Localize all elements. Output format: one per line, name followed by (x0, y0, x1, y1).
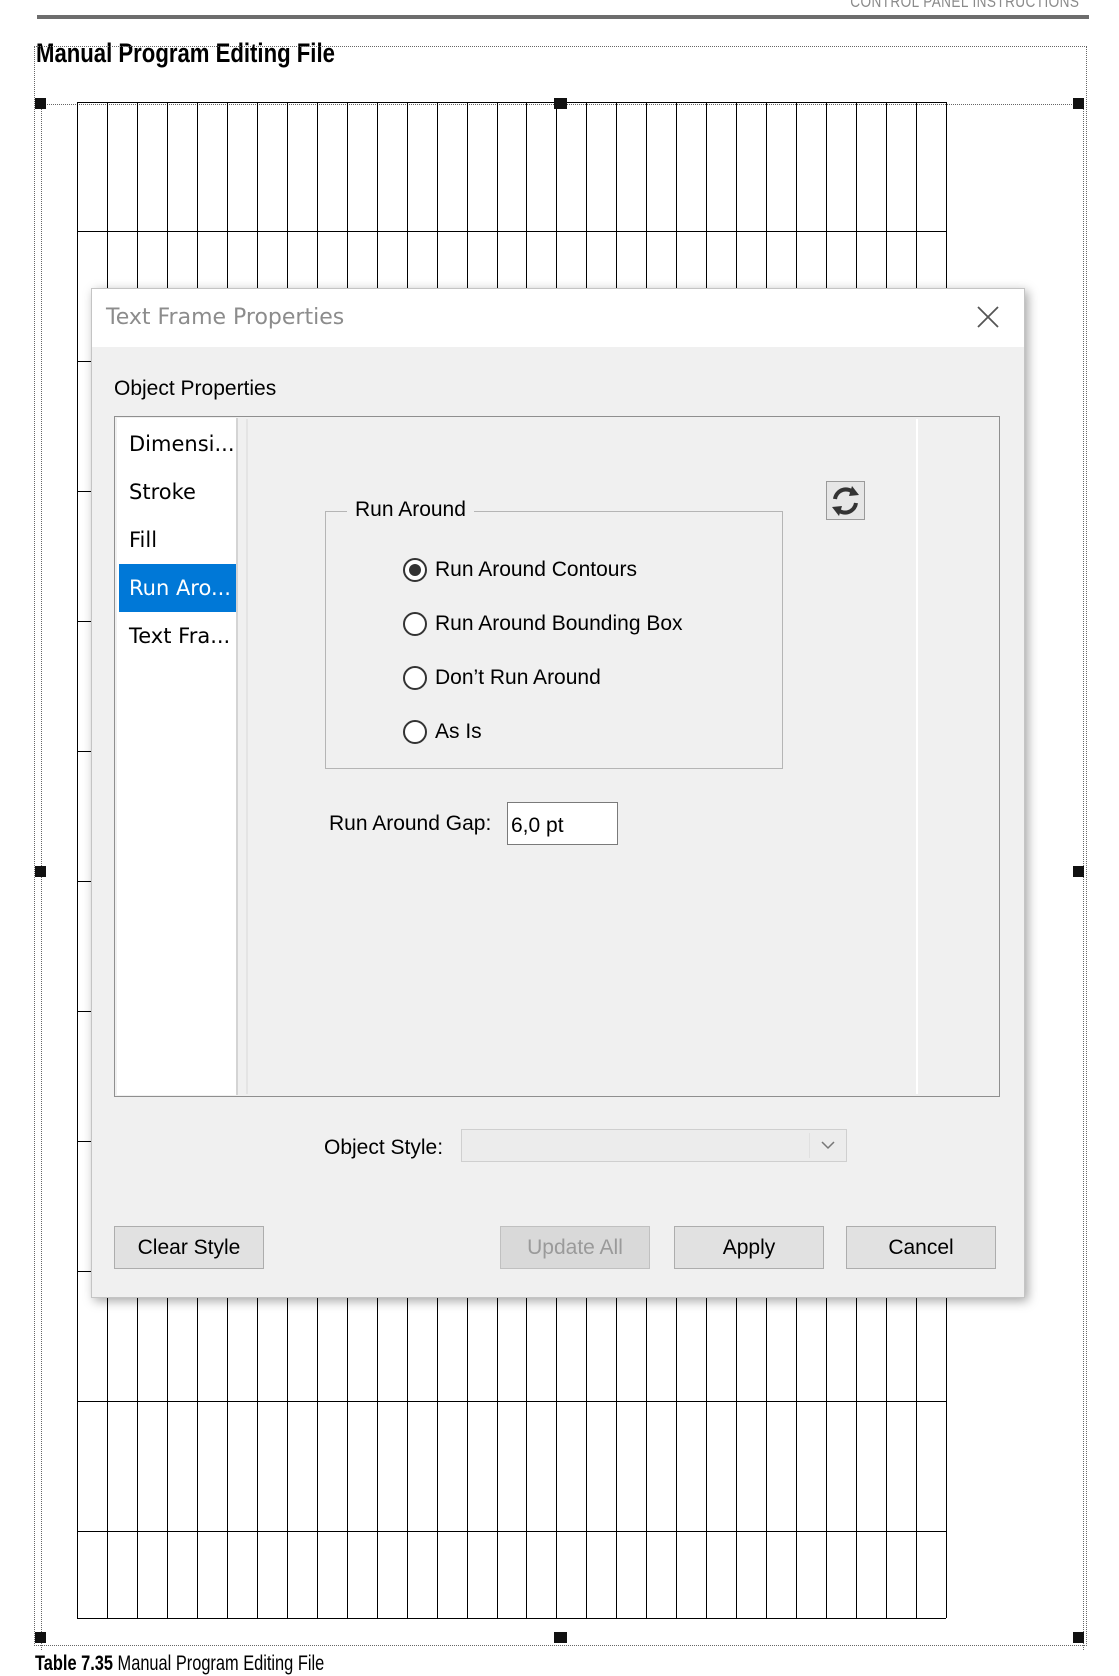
apply-button[interactable]: Apply (674, 1226, 824, 1269)
refresh-icon (826, 481, 865, 520)
selection-handle[interactable] (1073, 1632, 1084, 1643)
run-around-group (325, 511, 783, 769)
radio-label: Run Around Bounding Box (435, 612, 683, 635)
update-all-button[interactable]: Update All (500, 1226, 650, 1269)
selection-handle[interactable] (1073, 98, 1084, 109)
radio-label: Don’t Run Around (435, 666, 601, 689)
radio-label: As Is (435, 720, 482, 743)
selection-handle[interactable] (35, 1632, 46, 1643)
properties-category-list: Dimensi... Stroke Fill Run Aro... Text F… (117, 418, 238, 1095)
selection-handle[interactable] (35, 98, 46, 109)
chevron-down-icon (821, 1141, 835, 1150)
object-style-label: Object Style: (324, 1136, 444, 1159)
selection-handle[interactable] (554, 1632, 567, 1643)
selection-handle[interactable] (554, 98, 567, 109)
caption-label: Table 7.35 (35, 1652, 113, 1675)
selection-handle[interactable] (35, 866, 46, 877)
sidebar-item-stroke[interactable]: Stroke (119, 468, 236, 516)
close-icon (977, 306, 999, 328)
dialog-title: Text Frame Properties (106, 305, 345, 330)
run-around-gap-input[interactable] (507, 802, 618, 845)
object-properties-label: Object Properties (114, 377, 277, 400)
radio-label: Run Around Contours (435, 558, 637, 581)
close-button[interactable] (970, 299, 1006, 335)
sidebar-item-run-around[interactable]: Run Aro... (119, 564, 236, 612)
run-around-legend: Run Around (347, 498, 474, 522)
run-around-gap-label: Run Around Gap: (329, 812, 492, 835)
radio-as-is[interactable]: As Is (403, 717, 482, 747)
sidebar-item-text-frame[interactable]: Text Fra... (119, 612, 236, 660)
radio-button[interactable] (403, 720, 427, 744)
sidebar-item-fill[interactable]: Fill (119, 516, 236, 564)
select-divider (809, 1133, 810, 1158)
selection-handle[interactable] (1073, 866, 1084, 877)
radio-button[interactable] (403, 558, 427, 582)
object-style-select[interactable] (461, 1129, 847, 1162)
refresh-button[interactable] (826, 481, 865, 520)
radio-button[interactable] (403, 612, 427, 636)
radio-dont-run-around[interactable]: Don’t Run Around (403, 663, 601, 693)
clear-style-button[interactable]: Clear Style (114, 1226, 264, 1269)
radio-run-around-contours[interactable]: Run Around Contours (403, 555, 637, 585)
cancel-button[interactable]: Cancel (846, 1226, 996, 1269)
table-caption: Table 7.35 Manual Program Editing File (35, 1652, 324, 1676)
dialog-titlebar[interactable]: Text Frame Properties (92, 289, 1024, 347)
sidebar-item-dimensions[interactable]: Dimensi... (119, 420, 236, 468)
caption-text: Manual Program Editing File (117, 1652, 325, 1675)
radio-run-around-bounding-box[interactable]: Run Around Bounding Box (403, 609, 683, 639)
text-frame-properties-dialog: Text Frame Properties Object Properties … (91, 288, 1025, 1298)
radio-button[interactable] (403, 666, 427, 690)
